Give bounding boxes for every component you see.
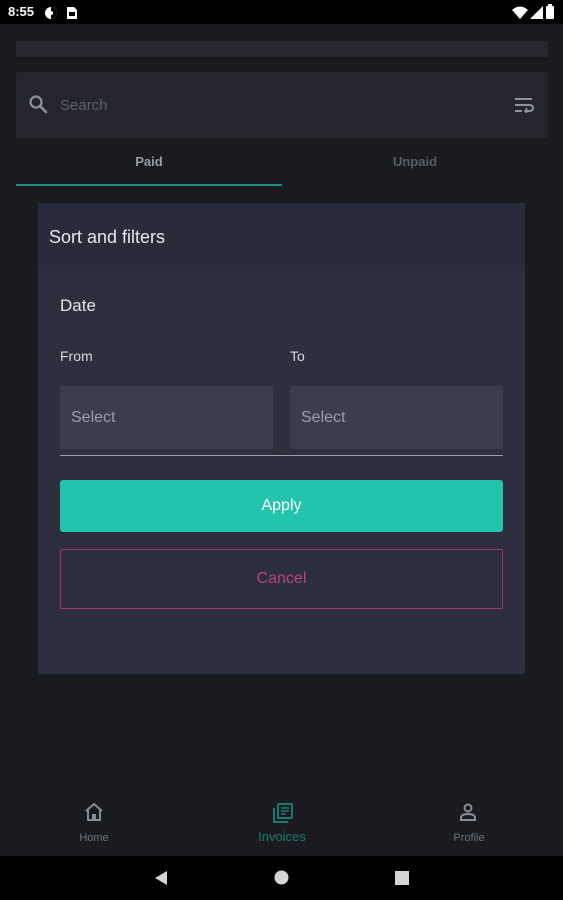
dialog-header: Sort and filters bbox=[38, 203, 525, 271]
sim-card-icon bbox=[67, 7, 77, 19]
from-date-select[interactable]: Select bbox=[60, 386, 273, 449]
apply-button[interactable]: Apply bbox=[60, 480, 503, 532]
nav-item-invoices[interactable]: Invoices bbox=[188, 792, 376, 856]
sort-filters-dialog: Sort and filters Date From To Select Sel… bbox=[38, 203, 525, 674]
invoices-icon bbox=[273, 803, 293, 823]
status-time: 8:55 bbox=[8, 4, 35, 19]
sort-filter-icon[interactable] bbox=[514, 97, 534, 113]
home-button-icon[interactable] bbox=[274, 870, 289, 885]
top-bar bbox=[16, 41, 548, 57]
back-icon[interactable] bbox=[154, 871, 168, 885]
search-input[interactable]: Search bbox=[60, 97, 108, 114]
recents-icon[interactable] bbox=[395, 871, 409, 885]
bottom-nav: Home Invoices Profile bbox=[0, 792, 563, 856]
nav-item-profile[interactable]: Profile bbox=[375, 792, 563, 856]
battery-icon bbox=[546, 4, 554, 19]
profile-icon bbox=[460, 803, 476, 821]
to-label: To bbox=[290, 348, 305, 364]
nav-label-profile: Profile bbox=[453, 832, 485, 844]
date-section-label: Date bbox=[60, 296, 96, 315]
wifi-icon bbox=[512, 6, 528, 19]
nav-label-home: Home bbox=[79, 832, 109, 844]
app-notification-icon bbox=[45, 7, 57, 19]
tab-paid[interactable]: Paid bbox=[16, 154, 282, 184]
to-date-select[interactable]: Select bbox=[290, 386, 503, 449]
search-icon[interactable] bbox=[28, 94, 48, 114]
status-bar: 8:55 bbox=[0, 0, 563, 24]
from-label: From bbox=[60, 348, 93, 364]
from-date-value: Select bbox=[71, 409, 116, 426]
system-navigation-bar bbox=[0, 856, 563, 900]
date-fields-divider bbox=[60, 455, 503, 456]
app-screen: Search Paid Unpaid Sort and filters Date… bbox=[0, 24, 563, 856]
signal-icon bbox=[530, 6, 543, 19]
cancel-button[interactable]: Cancel bbox=[60, 549, 503, 609]
nav-label-invoices: Invoices bbox=[258, 829, 306, 844]
dialog-title: Sort and filters bbox=[49, 227, 166, 247]
nav-item-home[interactable]: Home bbox=[0, 792, 188, 856]
home-icon bbox=[85, 803, 103, 821]
search-bar[interactable]: Search bbox=[16, 72, 548, 138]
tab-unpaid[interactable]: Unpaid bbox=[282, 154, 548, 184]
active-tab-indicator bbox=[16, 184, 282, 186]
to-date-value: Select bbox=[301, 409, 346, 426]
